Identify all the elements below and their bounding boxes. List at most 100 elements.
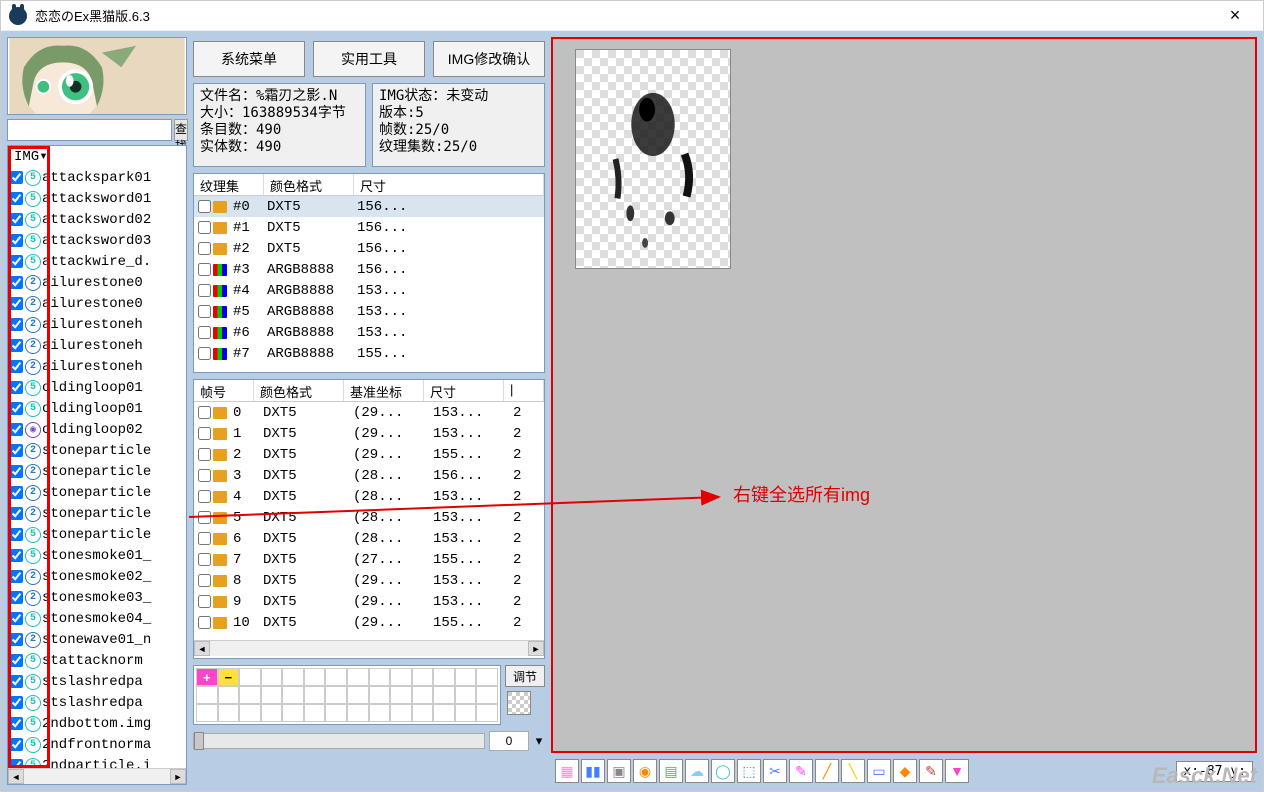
- tree-checkbox[interactable]: [10, 423, 23, 436]
- palette-cell[interactable]: [369, 704, 391, 722]
- palette-cell[interactable]: [282, 686, 304, 704]
- palette-cell[interactable]: [369, 686, 391, 704]
- palette-cell[interactable]: [218, 686, 240, 704]
- frame-row[interactable]: 8DXT5(29...153...2: [194, 570, 544, 591]
- palette-cell[interactable]: [325, 704, 347, 722]
- palette-cell[interactable]: [261, 704, 283, 722]
- toolbar-button-10[interactable]: ╱: [815, 759, 839, 783]
- toolbar-button-4[interactable]: ▤: [659, 759, 683, 783]
- frame-row[interactable]: 0DXT5(29...153...2: [194, 402, 544, 423]
- toolbar-button-9[interactable]: ✎: [789, 759, 813, 783]
- tree-checkbox[interactable]: [10, 612, 23, 625]
- frame-row[interactable]: 3DXT5(28...156...2: [194, 465, 544, 486]
- palette-cell[interactable]: [239, 686, 261, 704]
- tree-item[interactable]: 2ailurestoneh: [8, 314, 186, 335]
- palette-cell[interactable]: [455, 668, 477, 686]
- th-textureset[interactable]: 纹理集: [194, 174, 264, 195]
- toolbar-button-12[interactable]: ▭: [867, 759, 891, 783]
- tree-item[interactable]: 5oldingloop01: [8, 398, 186, 419]
- texture-row[interactable]: #0DXT5156...: [194, 196, 544, 217]
- palette-cell[interactable]: [196, 704, 218, 722]
- close-button[interactable]: ×: [1215, 2, 1255, 30]
- tree-item[interactable]: 5attacksword01: [8, 188, 186, 209]
- palette-cell[interactable]: [325, 686, 347, 704]
- toolbar-button-11[interactable]: ╲: [841, 759, 865, 783]
- tree-checkbox[interactable]: [10, 717, 23, 730]
- th-x[interactable]: |: [504, 380, 544, 401]
- palette-cell[interactable]: [433, 686, 455, 704]
- palette-cell[interactable]: [390, 704, 412, 722]
- tree-checkbox[interactable]: [10, 570, 23, 583]
- palette-cell[interactable]: [390, 686, 412, 704]
- frame-row[interactable]: 7DXT5(27...155...2: [194, 549, 544, 570]
- palette-cell[interactable]: [261, 686, 283, 704]
- tree-item[interactable]: 5attacksword03: [8, 230, 186, 251]
- tree-item[interactable]: 2stoneparticle: [8, 503, 186, 524]
- tree-checkbox[interactable]: [10, 297, 23, 310]
- th-coord[interactable]: 基准坐标: [344, 380, 424, 401]
- frame-row[interactable]: 1DXT5(29...153...2: [194, 423, 544, 444]
- search-button[interactable]: 查找: [174, 119, 188, 141]
- tree-checkbox[interactable]: [10, 192, 23, 205]
- search-input[interactable]: [7, 119, 172, 141]
- tree-checkbox[interactable]: [10, 633, 23, 646]
- palette-cell[interactable]: +: [196, 668, 218, 686]
- palette-cell[interactable]: −: [218, 668, 240, 686]
- palette-cell[interactable]: [347, 668, 369, 686]
- tree-scrollbar[interactable]: ◄►: [8, 768, 186, 784]
- tree-checkbox[interactable]: [10, 696, 23, 709]
- palette-cell[interactable]: [347, 686, 369, 704]
- frame-scrollbar[interactable]: ◄►: [194, 640, 544, 656]
- frame-row[interactable]: 6DXT5(28...153...2: [194, 528, 544, 549]
- tree-checkbox[interactable]: [10, 318, 23, 331]
- tree-checkbox[interactable]: [10, 381, 23, 394]
- palette-cell[interactable]: [476, 704, 498, 722]
- tree-item[interactable]: 5attackspark01: [8, 167, 186, 188]
- palette-cell[interactable]: [433, 668, 455, 686]
- palette-cell[interactable]: [304, 668, 326, 686]
- tree-checkbox[interactable]: [10, 276, 23, 289]
- frame-row[interactable]: 10DXT5(29...155...2: [194, 612, 544, 633]
- palette-cell[interactable]: [347, 704, 369, 722]
- palette-cell[interactable]: [304, 686, 326, 704]
- tree-checkbox[interactable]: [10, 444, 23, 457]
- tree-checkbox[interactable]: [10, 465, 23, 478]
- palette-cell[interactable]: [304, 704, 326, 722]
- tree-item[interactable]: 5stoneparticle: [8, 524, 186, 545]
- tree-checkbox[interactable]: [10, 591, 23, 604]
- palette-cell[interactable]: [412, 704, 434, 722]
- tree-item[interactable]: 2ailurestoneh: [8, 335, 186, 356]
- tree-item[interactable]: 5attackwire_d.: [8, 251, 186, 272]
- tree-item[interactable]: 2stoneparticle: [8, 461, 186, 482]
- palette-cell[interactable]: [476, 668, 498, 686]
- th-size[interactable]: 尺寸: [354, 174, 544, 195]
- tree-checkbox[interactable]: [10, 339, 23, 352]
- tree-item[interactable]: 5stslashredpa: [8, 692, 186, 713]
- tree-item[interactable]: 2ailurestone0: [8, 272, 186, 293]
- tree-checkbox[interactable]: [10, 738, 23, 751]
- tree-checkbox[interactable]: [10, 549, 23, 562]
- texture-row[interactable]: #1DXT5156...: [194, 217, 544, 238]
- tree-checkbox[interactable]: [10, 528, 23, 541]
- img-confirm-button[interactable]: IMG修改确认: [433, 41, 545, 77]
- texture-row[interactable]: #6ARGB8888153...: [194, 322, 544, 343]
- system-menu-button[interactable]: 系统菜单: [193, 41, 305, 77]
- tree-item[interactable]: 2ailurestone0: [8, 293, 186, 314]
- tree-checkbox[interactable]: [10, 486, 23, 499]
- palette-cell[interactable]: [412, 668, 434, 686]
- texture-row[interactable]: #4ARGB8888153...: [194, 280, 544, 301]
- tree-checkbox[interactable]: [10, 360, 23, 373]
- tree-item[interactable]: 2stoneparticle: [8, 440, 186, 461]
- palette-cell[interactable]: [390, 668, 412, 686]
- toolbar-button-8[interactable]: ✂: [763, 759, 787, 783]
- tree-item[interactable]: 52ndbottom.img: [8, 713, 186, 734]
- tree-item[interactable]: 2stoneparticle: [8, 482, 186, 503]
- tree-item[interactable]: 5stonesmoke01_: [8, 545, 186, 566]
- tree-checkbox[interactable]: [10, 402, 23, 415]
- palette-cell[interactable]: [239, 704, 261, 722]
- texture-row[interactable]: #2DXT5156...: [194, 238, 544, 259]
- th-colorfmt[interactable]: 颜色格式: [264, 174, 354, 195]
- toolbar-button-14[interactable]: ✎: [919, 759, 943, 783]
- texture-row[interactable]: #7ARGB8888155...: [194, 343, 544, 364]
- toolbar-button-1[interactable]: ▮▮: [581, 759, 605, 783]
